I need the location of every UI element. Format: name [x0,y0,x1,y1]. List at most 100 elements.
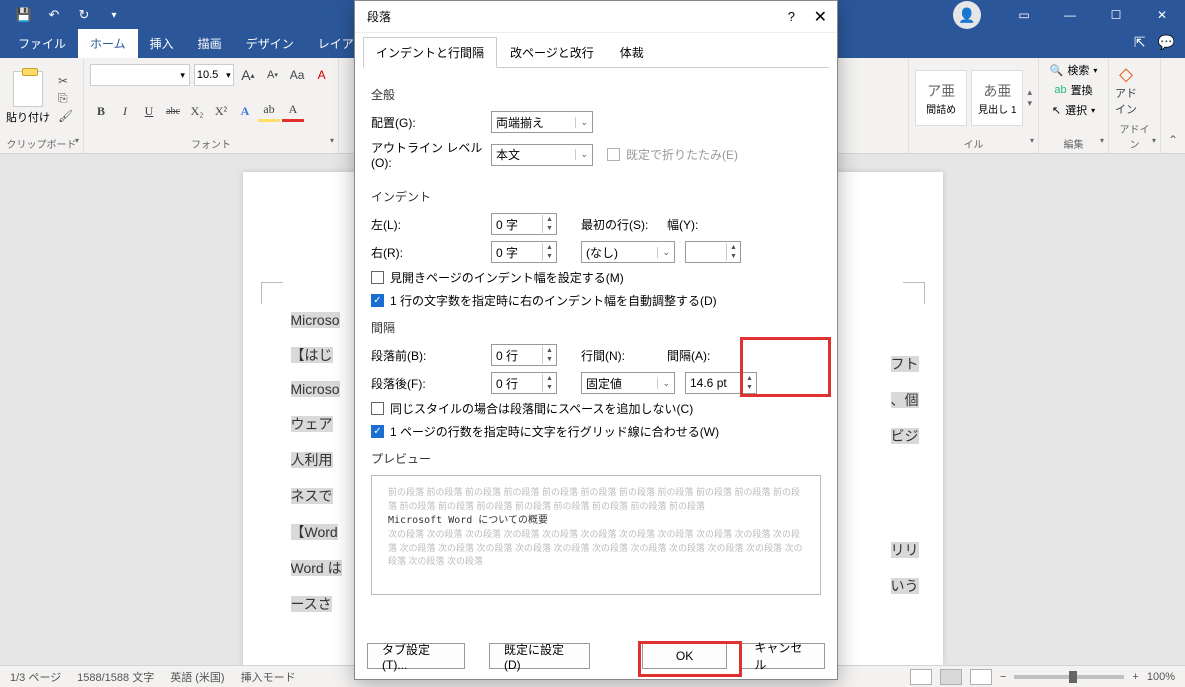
increase-font-icon[interactable]: A▴ [238,64,259,86]
font-name-combo[interactable]: ▾ [90,64,190,86]
replace-button[interactable]: ab置換 [1054,82,1092,98]
samestyle-label: 同じスタイルの場合は段落間にスペースを追加しない(C) [390,400,693,417]
insert-mode[interactable]: 挿入モード [241,669,296,685]
maximize-icon[interactable]: ☐ [1093,0,1139,30]
select-button[interactable]: ↖選択 ▾ [1052,102,1095,118]
ribbon-collapse-icon[interactable]: ⌃ [1161,58,1185,153]
paste-label: 貼り付け [6,109,50,125]
font-color-icon[interactable]: A [282,100,304,122]
format-painter-icon[interactable]: 🖌 [58,109,73,123]
linespace-combo[interactable]: 固定値⌄ [581,372,675,394]
font-size-combo[interactable]: 10.5▾ [194,64,234,86]
at-spinner[interactable]: 14.6 pt▲▼ [685,372,757,394]
default-button[interactable]: 既定に設定(D) [489,643,590,669]
text-line: 人利用 [291,452,333,468]
text-effects-icon[interactable]: A [234,100,256,122]
share-icon[interactable]: ⇱ [1134,34,1146,51]
change-case-icon[interactable]: Aa [287,64,308,86]
text-line: ネスで [291,488,333,504]
tab-page-break[interactable]: 改ページと改行 [497,37,607,68]
italic-button[interactable]: I [114,100,136,122]
section-preview: プレビュー [371,450,821,467]
language[interactable]: 英語 (米国) [170,669,224,685]
save-icon[interactable]: 💾 [10,1,38,29]
margin-marker [261,282,283,304]
copy-icon[interactable]: ⎘ [58,91,73,106]
clipboard-label: クリップボード [6,134,77,151]
close-icon[interactable]: ✕ [1139,0,1185,30]
zoom-in-icon[interactable]: + [1132,671,1138,683]
find-button[interactable]: 🔍検索 ▾ [1050,62,1098,78]
text-line: 【Word [291,524,338,540]
help-icon[interactable]: ? [788,9,795,24]
width-label: 幅(Y): [667,216,717,233]
close-icon[interactable]: ✕ [814,7,827,27]
text-line: 【はじ [291,347,333,363]
editing-label: 編集 [1045,134,1102,151]
decrease-font-icon[interactable]: A▾ [262,64,283,86]
view-read-icon[interactable] [910,669,932,685]
after-spinner[interactable]: 0 行▲▼ [491,372,557,394]
comments-icon[interactable]: 💬 [1158,34,1175,51]
tab-draw[interactable]: 描画 [186,29,234,58]
zoom-slider[interactable] [1014,675,1124,679]
clipboard-icon [13,71,43,107]
section-indent: インデント [371,188,821,205]
addin-label: アドイン [1115,119,1154,151]
left-label: 左(L): [371,216,491,233]
page-count[interactable]: 1/3 ページ [10,669,61,685]
qat-customize-icon[interactable]: ▾ [100,1,128,29]
firstline-combo[interactable]: (なし)⌄ [581,241,675,263]
tab-typography[interactable]: 体裁 [607,37,657,68]
alignment-combo[interactable]: 両端揃え⌄ [491,111,593,133]
ok-button[interactable]: OK [642,643,728,669]
tab-design[interactable]: デザイン [234,29,306,58]
clear-format-icon[interactable]: A [311,64,332,86]
left-spinner[interactable]: 0 字▲▼ [491,213,557,235]
outline-combo[interactable]: 本文⌄ [491,144,593,166]
before-spinner[interactable]: 0 行▲▼ [491,344,557,366]
dialog-body: 全般 配置(G): 両端揃え⌄ アウトライン レベル(O): 本文⌄ 既定で折り… [355,68,837,603]
cursor-icon: ↖ [1052,104,1061,117]
view-web-icon[interactable] [970,669,992,685]
paste-button[interactable]: 貼り付け [6,71,50,125]
cut-icon[interactable]: ✂ [58,74,73,88]
autoadjust-label: 1 行の文字数を指定時に右のインデント幅を自動調整する(D) [390,292,717,309]
zoom-out-icon[interactable]: − [1000,671,1006,683]
tabs-button[interactable]: タブ設定(T)... [367,643,465,669]
width-spinner[interactable]: ▲▼ [685,241,741,263]
bold-button[interactable]: B [90,100,112,122]
undo-icon[interactable]: ↶ [40,1,68,29]
samestyle-checkbox[interactable] [371,402,384,415]
style-item-2[interactable]: あ亜見出し 1 [971,70,1023,126]
tab-home[interactable]: ホーム [78,29,138,58]
redo-icon[interactable]: ↻ [70,1,98,29]
view-print-icon[interactable] [940,669,962,685]
mirror-checkbox[interactable] [371,271,384,284]
cancel-button[interactable]: キャンセル [739,643,825,669]
tab-indent-spacing[interactable]: インデントと行間隔 [363,37,497,68]
strike-button[interactable]: abc [162,100,184,122]
superscript-button[interactable]: X² [210,100,232,122]
paragraph-dialog: 段落 ? ✕ インデントと行間隔 改ページと改行 体裁 全般 配置(G): 両端… [354,0,838,680]
account-icon[interactable]: 👤 [953,1,981,29]
section-spacing: 間隔 [371,319,821,336]
tab-insert[interactable]: 挿入 [138,29,186,58]
collapse-label: 既定で折りたたみ(E) [626,146,738,163]
underline-button[interactable]: U [138,100,160,122]
ribbon-options-icon[interactable]: ▭ [1001,0,1047,30]
style-item-1[interactable]: ア亜間詰め [915,70,967,126]
tab-file[interactable]: ファイル [6,29,78,58]
right-spinner[interactable]: 0 字▲▼ [491,241,557,263]
addin-button[interactable]: ◇アド イン [1115,64,1137,117]
before-label: 段落前(B): [371,347,491,364]
minimize-icon[interactable]: — [1047,0,1093,30]
right-label: 右(R): [371,244,491,261]
gridalign-checkbox[interactable]: ✓ [371,425,384,438]
autoadjust-checkbox[interactable]: ✓ [371,294,384,307]
addin-icon: ◇ [1119,64,1133,85]
subscript-button[interactable]: X₂ [186,100,208,122]
highlight-icon[interactable]: ab [258,100,280,122]
word-count[interactable]: 1588/1588 文字 [77,669,154,685]
zoom-level[interactable]: 100% [1147,671,1175,683]
